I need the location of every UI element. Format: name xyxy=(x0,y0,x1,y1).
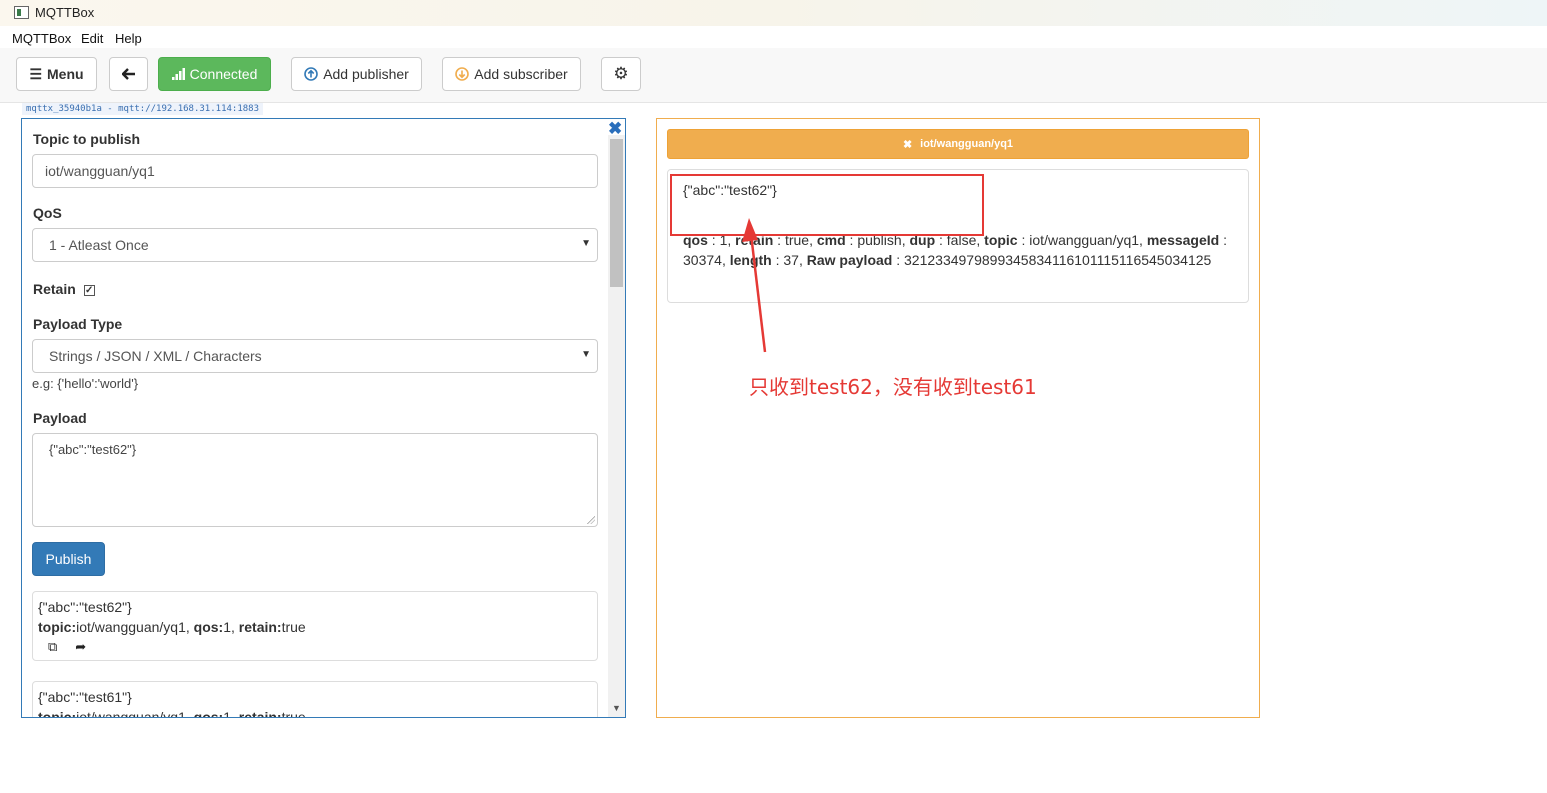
annotation-text: 只收到test62，没有收到test61 xyxy=(749,375,1037,399)
